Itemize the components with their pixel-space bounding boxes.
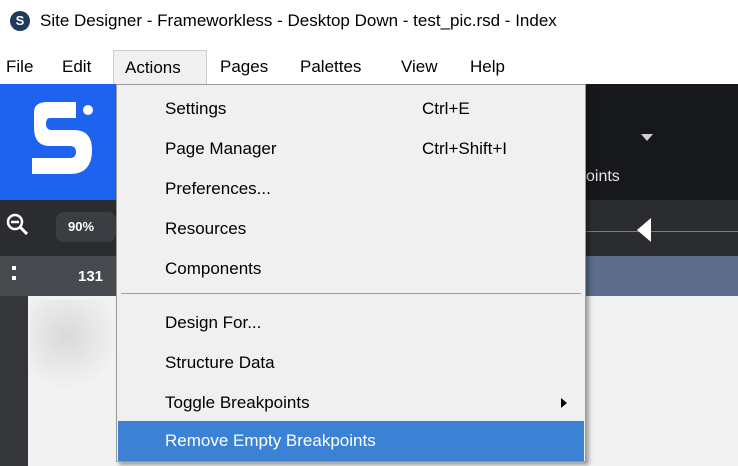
menu-separator bbox=[121, 293, 581, 294]
menu-pages[interactable]: Pages bbox=[216, 50, 272, 84]
ruler-active-range bbox=[584, 256, 738, 296]
menuitem-label: Design For... bbox=[165, 313, 262, 332]
breakpoint-slider-thumb[interactable] bbox=[637, 218, 651, 242]
menuitem-label: Resources bbox=[165, 219, 247, 238]
zoom-out-icon[interactable] bbox=[5, 212, 31, 238]
breakpoint-slider-track[interactable] bbox=[584, 231, 738, 232]
menuitem-label: Settings bbox=[165, 99, 227, 118]
menu-edit[interactable]: Edit bbox=[58, 50, 95, 84]
zoom-level[interactable]: 90% bbox=[56, 212, 116, 242]
menuitem-design-for[interactable]: Design For... bbox=[118, 303, 584, 343]
dropdown-caret-icon[interactable] bbox=[641, 134, 653, 141]
menu-help[interactable]: Help bbox=[466, 50, 509, 84]
ruler-value: 131 bbox=[78, 268, 104, 285]
menuitem-structure-data[interactable]: Structure Data bbox=[118, 343, 584, 383]
menu-actions[interactable]: Actions bbox=[113, 50, 207, 84]
window-title: Site Designer - Frameworkless - Desktop … bbox=[40, 11, 557, 30]
menuitem-label: Preferences... bbox=[165, 179, 271, 198]
breakpoints-label: oints bbox=[586, 168, 620, 185]
menu-view[interactable]: View bbox=[397, 50, 442, 84]
menu-file[interactable]: File bbox=[2, 50, 37, 84]
menuitem-shortcut: Ctrl+Shift+I bbox=[422, 139, 508, 158]
brand-logo-icon bbox=[32, 102, 93, 174]
menuitem-page-manager[interactable]: Page Manager Ctrl+Shift+I bbox=[118, 129, 584, 169]
ruler-handle-icon[interactable] bbox=[12, 266, 16, 286]
menuitem-preferences[interactable]: Preferences... bbox=[118, 169, 584, 209]
menu-palettes[interactable]: Palettes bbox=[296, 50, 365, 84]
canvas-gutter bbox=[0, 296, 28, 466]
menuitem-toggle-breakpoints[interactable]: Toggle Breakpoints bbox=[118, 383, 584, 423]
title-bar: S Site Designer - Frameworkless - Deskto… bbox=[0, 0, 738, 46]
menuitem-label: Page Manager bbox=[165, 139, 277, 158]
menuitem-label: Remove Empty Breakpoints bbox=[165, 431, 376, 450]
actions-dropdown-menu: Settings Ctrl+E Page Manager Ctrl+Shift+… bbox=[116, 84, 586, 462]
menuitem-label: Structure Data bbox=[165, 353, 275, 372]
menuitem-resources[interactable]: Resources bbox=[118, 209, 584, 249]
menuitem-label: Toggle Breakpoints bbox=[165, 393, 310, 412]
menuitem-components[interactable]: Components bbox=[118, 249, 584, 289]
submenu-arrow-icon bbox=[561, 398, 567, 408]
menuitem-remove-empty-breakpoints[interactable]: Remove Empty Breakpoints bbox=[118, 421, 584, 461]
menu-bar: File Edit Actions Pages Palettes View He… bbox=[0, 50, 738, 84]
menuitem-label: Components bbox=[165, 259, 262, 278]
menuitem-settings[interactable]: Settings Ctrl+E bbox=[118, 89, 584, 129]
menuitem-shortcut: Ctrl+E bbox=[422, 99, 470, 118]
canvas-image bbox=[30, 300, 120, 390]
app-logo-icon: S bbox=[10, 11, 30, 31]
